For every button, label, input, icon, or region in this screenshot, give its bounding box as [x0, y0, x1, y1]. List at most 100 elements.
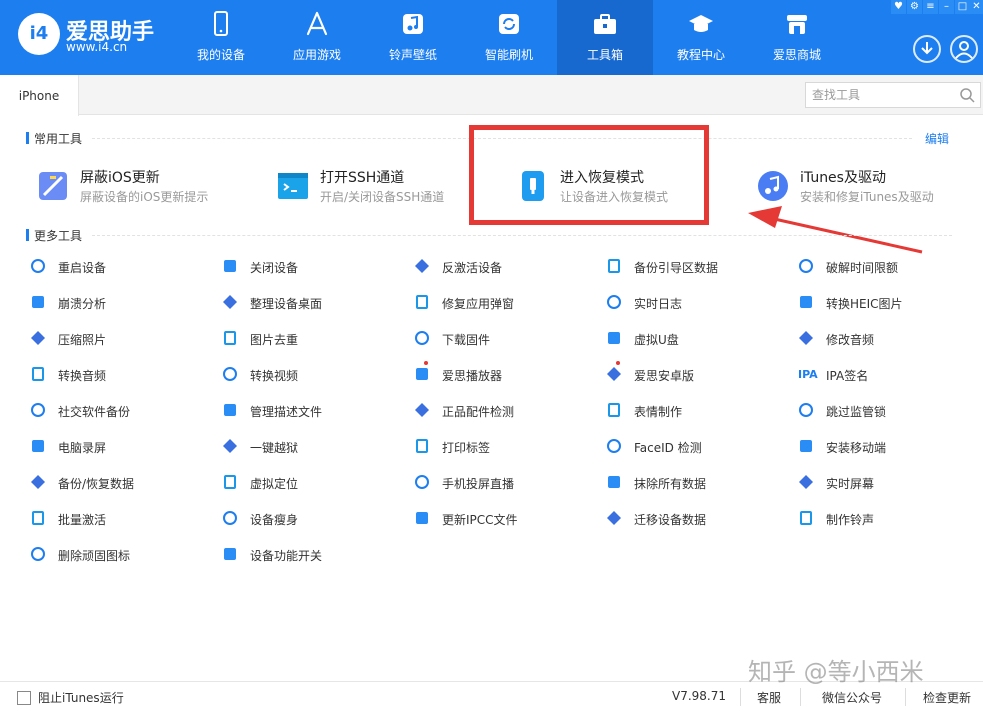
logo-mark: i4	[18, 13, 60, 55]
tool-icon	[223, 295, 237, 309]
tool-item[interactable]: 跳过监管锁	[798, 401, 978, 421]
tool-item[interactable]: 下载固件	[414, 329, 594, 349]
section-marker	[26, 229, 29, 241]
tool-item[interactable]: 备份/恢复数据	[30, 473, 210, 493]
tool-icon	[608, 403, 620, 417]
minimize-button[interactable]: –	[939, 0, 954, 14]
user-account-button[interactable]	[950, 35, 978, 63]
tool-item[interactable]: 虚拟U盘	[606, 329, 786, 349]
tool-item[interactable]: 打印标签	[414, 437, 594, 457]
tool-item[interactable]: 手机投屏直播	[414, 473, 594, 493]
app-store-icon	[306, 11, 328, 36]
nav-store[interactable]: 爱思商城	[749, 0, 845, 75]
check-update-link[interactable]: 检查更新	[923, 689, 971, 706]
tool-item[interactable]: 实时日志	[606, 293, 786, 313]
tool-icon	[608, 476, 620, 488]
search-box	[805, 82, 981, 108]
nav-tutorials[interactable]: 教程中心	[653, 0, 749, 75]
tool-label: 一键越狱	[250, 441, 299, 455]
tool-item[interactable]: 正品配件检测	[414, 401, 594, 421]
nav-toolbox[interactable]: 工具箱	[557, 0, 653, 75]
edit-link[interactable]: 编辑	[925, 130, 949, 147]
tool-label: 爱思安卓版	[634, 369, 695, 383]
tool-item[interactable]: 虚拟定位	[222, 473, 402, 493]
tool-item[interactable]: 转换音频	[30, 365, 210, 385]
tool-item[interactable]: 电脑录屏	[30, 437, 210, 457]
block-itunes-checkbox[interactable]	[17, 691, 31, 705]
tool-item[interactable]: 设备功能开关	[222, 545, 402, 565]
tool-item[interactable]: 转换视频	[222, 365, 402, 385]
tool-label: 迁移设备数据	[634, 513, 707, 527]
wechat-link[interactable]: 微信公众号	[822, 689, 882, 706]
support-link[interactable]: 客服	[757, 689, 781, 706]
nav-my-device[interactable]: 我的设备	[173, 0, 269, 75]
tool-icon	[31, 403, 45, 417]
tool-item[interactable]: 压缩照片	[30, 329, 210, 349]
tool-icon	[31, 259, 45, 273]
tab-iphone[interactable]: iPhone	[0, 75, 79, 116]
tool-item[interactable]: 社交软件备份	[30, 401, 210, 421]
tool-item[interactable]: 图片去重	[222, 329, 402, 349]
tool-label: 表情制作	[634, 405, 683, 419]
tool-item[interactable]: 爱思安卓版	[606, 361, 786, 385]
menu-button[interactable]: ≡	[923, 0, 938, 14]
maximize-button[interactable]: □	[955, 0, 970, 14]
tool-item[interactable]: 反激活设备	[414, 257, 594, 277]
tool-item[interactable]: 安装移动端	[798, 437, 978, 457]
tool-item[interactable]: 更新IPCC文件	[414, 509, 594, 529]
nav-ringtones[interactable]: 铃声壁纸	[365, 0, 461, 75]
search-input[interactable]	[806, 83, 956, 107]
tool-icon	[223, 511, 237, 525]
tool-icon	[224, 260, 236, 272]
tool-item[interactable]: IPA IPA签名	[798, 365, 978, 385]
tool-label: 管理描述文件	[250, 405, 323, 419]
app-url: www.i4.cn	[66, 40, 128, 54]
tool-item[interactable]: 实时屏幕	[798, 473, 978, 493]
tool-item[interactable]: 一键越狱	[222, 437, 402, 457]
nav-apps-games[interactable]: 应用游戏	[269, 0, 365, 75]
tool-item[interactable]: 设备瘦身	[222, 509, 402, 529]
tool-icon	[223, 439, 237, 453]
nav-label: 铃声壁纸	[388, 48, 437, 62]
tool-item[interactable]: 重启设备	[30, 257, 210, 277]
tool-block-ios-update[interactable]: 屏蔽iOS更新 屏蔽设备的iOS更新提示	[36, 166, 236, 210]
tool-label: 制作铃声	[826, 513, 875, 527]
settings-button[interactable]: ⚙	[907, 0, 922, 14]
tool-item[interactable]: 破解时间限额	[798, 257, 978, 277]
graduation-cap-icon	[689, 15, 713, 32]
nav-label: 我的设备	[196, 48, 245, 62]
close-button[interactable]: ✕	[970, 0, 983, 14]
tool-item[interactable]: 转换HEIC图片	[798, 293, 978, 313]
tool-item[interactable]: 删除顽固图标	[30, 545, 210, 565]
skin-button[interactable]: ♥	[891, 0, 906, 14]
nav-flash[interactable]: 智能刷机	[461, 0, 557, 75]
tool-item[interactable]: FaceID 检测	[606, 437, 786, 457]
tool-item[interactable]: 关闭设备	[222, 257, 402, 277]
download-button[interactable]	[913, 35, 941, 63]
tool-item[interactable]: 批量激活	[30, 509, 210, 529]
tool-item[interactable]: 崩溃分析	[30, 293, 210, 313]
search-icon[interactable]	[958, 86, 976, 104]
tool-label: IPA签名	[826, 369, 869, 383]
tool-icon	[608, 259, 620, 273]
tool-label: 压缩照片	[58, 333, 107, 347]
tool-icon	[799, 331, 813, 345]
section-title: 更多工具	[34, 229, 83, 243]
tool-icon	[799, 403, 813, 417]
tool-item[interactable]: 表情制作	[606, 401, 786, 421]
tool-item[interactable]: 备份引导区数据	[606, 257, 786, 277]
tool-item[interactable]: 爱思播放器	[414, 361, 594, 385]
tool-item[interactable]: 修复应用弹窗	[414, 293, 594, 313]
tool-item[interactable]: 管理描述文件	[222, 401, 402, 421]
tool-label: 更新IPCC文件	[442, 513, 518, 527]
tool-subtitle: 屏蔽设备的iOS更新提示	[80, 190, 209, 204]
tool-label: 破解时间限额	[826, 261, 899, 275]
tool-icon	[223, 367, 237, 381]
watermark: 知乎 @等小西米	[748, 658, 924, 686]
tool-item[interactable]: 迁移设备数据	[606, 509, 786, 529]
tool-item[interactable]: 修改音频	[798, 329, 978, 349]
tool-item[interactable]: 抹除所有数据	[606, 473, 786, 493]
tool-open-ssh[interactable]: 打开SSH通道 开启/关闭设备SSH通道	[276, 166, 466, 210]
tool-item[interactable]: 整理设备桌面	[222, 293, 402, 313]
tool-item[interactable]: 制作铃声	[798, 509, 978, 529]
